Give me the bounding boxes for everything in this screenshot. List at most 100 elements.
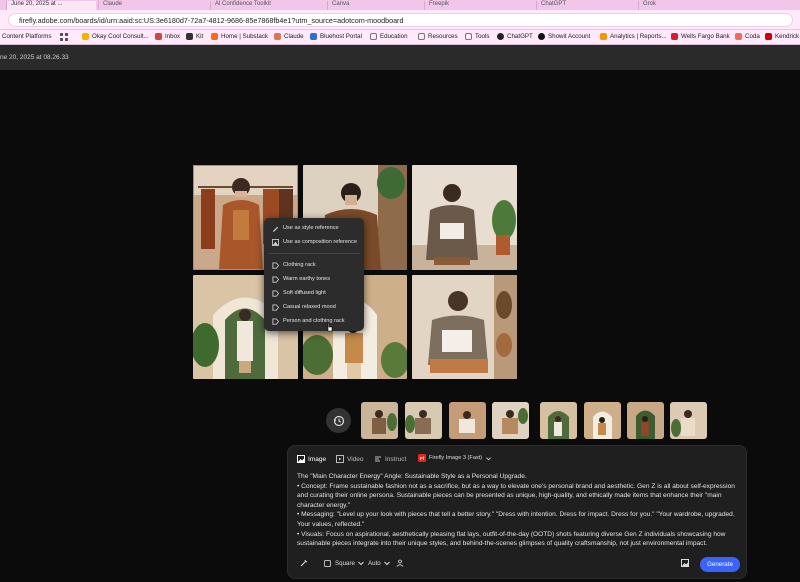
tab-label: Grok: [643, 1, 657, 7]
tab-instruct[interactable]: Instruct: [374, 455, 406, 463]
bookmark-label: Okay Cool Consult...: [92, 33, 149, 40]
coda-icon: [735, 33, 742, 40]
browser-tab[interactable]: Freepik: [424, 1, 534, 10]
bookmarks-bar: Content Platforms Okay Cool Consult... I…: [0, 30, 800, 45]
bookmark-item[interactable]: Showit Account: [538, 33, 590, 40]
content-type-select[interactable]: Auto: [368, 559, 391, 567]
bookmark-label: Resources: [428, 33, 458, 40]
history-thumbnail[interactable]: [627, 402, 664, 439]
history-icon: [333, 415, 344, 426]
tab-label: Al Confidence Toolkit: [215, 1, 271, 7]
browser-tab[interactable]: ChatGPT: [536, 1, 636, 10]
tag-icon: [272, 303, 279, 311]
history-button[interactable]: [326, 408, 351, 433]
thumbnail-image: [584, 402, 621, 439]
history-thumbnail[interactable]: [540, 402, 577, 439]
menu-item-tag[interactable]: Clothing rack: [272, 259, 316, 271]
menu-item-label: Casual relaxed mood: [283, 304, 336, 310]
folder-icon: [465, 33, 472, 40]
thumbnail-image: [361, 402, 398, 439]
menu-item-label: Soft diffused light: [283, 290, 326, 296]
tab-image[interactable]: Image: [297, 455, 326, 463]
bookmark-item[interactable]: Analytics | Reports...: [600, 33, 667, 40]
menu-item-style-reference[interactable]: Use as style reference: [272, 222, 339, 234]
history-thumbnail[interactable]: [584, 402, 621, 439]
browser-tab[interactable]: Canva: [327, 1, 422, 10]
tab-label: Image: [308, 455, 327, 463]
bookmark-item[interactable]: ChatGPT: [497, 33, 533, 40]
bookmark-item[interactable]: Inbox: [155, 33, 180, 40]
settings-button[interactable]: [396, 559, 404, 567]
app-header: ne 20, 2025 at 08.26.33: [0, 45, 800, 70]
bookmark-label: Kit: [196, 33, 204, 40]
bookmark-label: Wells Fargo Bank: [681, 33, 730, 40]
bookmark-favicon-icon: [538, 33, 545, 40]
aspect-label: Square: [335, 559, 355, 567]
bookmark-label: Inbox: [165, 33, 181, 40]
composition-icon: [272, 238, 279, 246]
browser-tab[interactable]: June 20, 2025 at ...: [6, 1, 96, 10]
bookmark-item[interactable]: Home | Substack: [211, 33, 268, 40]
bookmark-folder[interactable]: Tools: [465, 33, 489, 40]
model-selector[interactable]: Ff Firefly Image 3 (Fast): [418, 454, 492, 462]
history-thumbnail[interactable]: [670, 402, 707, 439]
instruct-icon: [375, 456, 381, 462]
prompt-textarea[interactable]: The "Main Character Energy" Angle: Susta…: [297, 472, 742, 549]
url-field[interactable]: firefly.adobe.com/boards/id/urn:aaid:sc:…: [8, 13, 793, 27]
browser-tab[interactable]: Grok: [638, 1, 738, 10]
prompt-line: • Visuals: Focus on aspirational, aesthe…: [297, 530, 726, 548]
chevron-down-icon: [486, 456, 492, 460]
claude-icon: [274, 33, 281, 40]
bookmark-item[interactable]: Claude: [274, 33, 304, 40]
board-image[interactable]: [412, 165, 517, 270]
tag-icon: [272, 289, 279, 297]
bookmark-item[interactable]: Coda: [735, 33, 760, 40]
menu-item-label: Warm earthy tones: [283, 276, 331, 282]
bookmark-label: Coda: [745, 33, 760, 40]
menu-item-composition-reference[interactable]: Use as composition reference: [272, 236, 357, 248]
bookmark-item[interactable]: Okay Cool Consult...: [82, 33, 149, 40]
history-thumbnail[interactable]: [361, 402, 398, 439]
bookmark-item[interactable]: Wells Fargo Bank: [671, 33, 730, 40]
menu-item-tag[interactable]: Soft diffused light: [272, 287, 326, 299]
tag-icon: [272, 261, 279, 269]
thumbnail-image: [405, 402, 442, 439]
bookmark-label: Kendrick: [775, 33, 800, 40]
apps-grid-icon[interactable]: [60, 33, 68, 41]
tab-label: Claude: [103, 1, 123, 7]
bookmark-item[interactable]: Kit: [186, 33, 203, 40]
bookmark-label: Bluehost Portal: [320, 33, 362, 40]
bookmark-folder[interactable]: Education: [370, 33, 408, 40]
image-upload-button[interactable]: [681, 559, 689, 567]
screenshot-timestamp: ne 20, 2025 at 08.26.33: [0, 54, 69, 61]
bookmark-label: Showit Account: [548, 33, 591, 40]
prompt-line: • Concept: Frame sustainable fashion not…: [297, 482, 735, 509]
generated-image: [412, 165, 517, 270]
generate-button[interactable]: Generate: [700, 557, 740, 572]
menu-item-tag[interactable]: Casual relaxed mood: [272, 301, 336, 313]
history-thumbnail[interactable]: [405, 402, 442, 439]
mail-icon: [155, 33, 162, 40]
bookmark-item[interactable]: Content Platforms: [2, 33, 52, 40]
bookmark-favicon-icon: [82, 33, 89, 40]
menu-item-tag[interactable]: Warm earthy tones: [272, 273, 330, 285]
thumbnail-image: [449, 402, 486, 439]
browser-tab[interactable]: Claude: [98, 1, 208, 10]
history-thumbnail[interactable]: [492, 402, 529, 439]
aspect-ratio-select[interactable]: Square: [324, 559, 365, 567]
thumbnail-image: [627, 402, 664, 439]
bookmark-folder[interactable]: Resources: [418, 33, 458, 40]
history-thumbnail[interactable]: [449, 402, 486, 439]
adjust-icon: [396, 559, 404, 567]
bookmark-label: Claude: [284, 33, 304, 40]
prompt-panel: Image Video Instruct Ff Firefly Image 3 …: [287, 445, 747, 579]
reference-tool-button[interactable]: [300, 559, 308, 567]
thumbnail-image: [540, 402, 577, 439]
image-icon: [297, 455, 305, 463]
bookmark-item[interactable]: Kendrick: [765, 33, 799, 40]
board-image[interactable]: [412, 275, 517, 379]
browser-tab[interactable]: Al Confidence Toolkit: [210, 1, 325, 10]
tab-video[interactable]: Video: [336, 455, 364, 463]
image-context-menu: Use as style reference Use as compositio…: [264, 218, 364, 331]
bookmark-item[interactable]: Bluehost Portal: [310, 33, 362, 40]
